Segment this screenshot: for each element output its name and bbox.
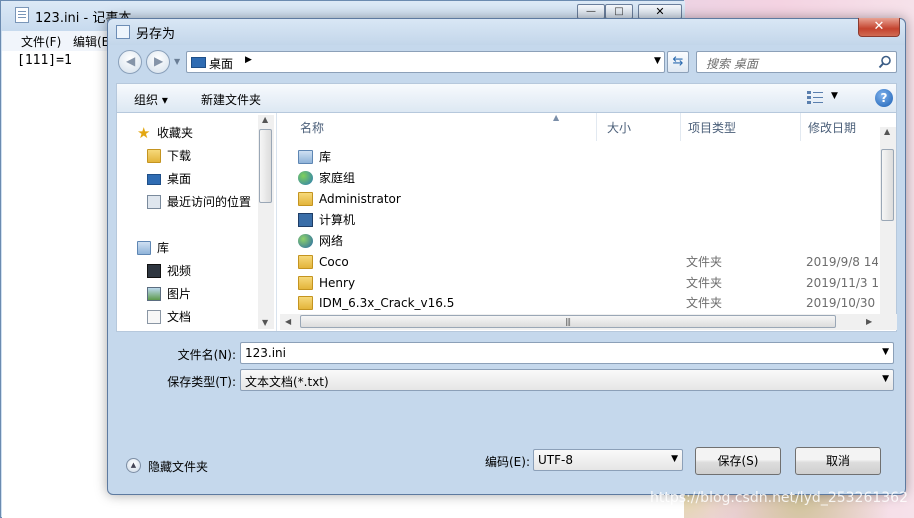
- file-scroll-thumb[interactable]: [881, 149, 894, 221]
- folder-icon: [298, 255, 313, 269]
- file-row-libraries[interactable]: 库: [298, 147, 878, 167]
- user-folder-icon: [298, 192, 313, 206]
- sort-ascending-icon: ▲: [553, 113, 560, 122]
- search-icon[interactable]: [878, 55, 892, 69]
- collapse-chevron-icon: ▲: [126, 458, 141, 473]
- file-row-administrator[interactable]: Administrator: [298, 189, 878, 209]
- refresh-icon: ⇆: [672, 54, 684, 69]
- star-icon: ★: [137, 124, 151, 142]
- folder-icon: [298, 276, 313, 290]
- filetype-label: 保存类型(T):: [167, 375, 236, 389]
- column-modified[interactable]: 修改日期: [808, 119, 856, 136]
- menu-file[interactable]: 文件(F): [21, 33, 61, 50]
- view-options-icon[interactable]: [807, 90, 823, 104]
- filetype-dropdown-icon[interactable]: ▼: [882, 374, 889, 384]
- nav-scroll-thumb[interactable]: [259, 129, 272, 203]
- document-icon: [147, 310, 161, 324]
- scroll-right-icon[interactable]: ▶: [866, 317, 872, 326]
- horizontal-scroll-thumb[interactable]: |||: [300, 315, 836, 328]
- scroll-down-icon[interactable]: ▼: [262, 318, 268, 327]
- computer-icon: [298, 213, 313, 227]
- notepad-dialog-icon: [116, 25, 130, 39]
- forward-arrow-icon: ▶: [154, 54, 164, 68]
- filename-value[interactable]: 123.ini: [245, 346, 286, 360]
- file-row-homegroup[interactable]: 家庭组: [298, 168, 878, 188]
- command-bar: 组织 ▾ 新建文件夹 ▼ ?: [116, 83, 897, 113]
- column-name[interactable]: 名称: [300, 119, 324, 136]
- downloads-folder-icon: [147, 149, 161, 163]
- filename-dropdown-icon[interactable]: ▼: [882, 347, 889, 357]
- search-placeholder: 搜索 桌面: [706, 57, 758, 71]
- navigation-pane: ★ 收藏夹 下载 桌面 最近访问的位置 库 视频 图片 文档 ▲ ▼: [117, 113, 277, 331]
- notepad-close-button[interactable]: ✕: [638, 4, 682, 19]
- file-list-horizontal-scrollbar[interactable]: ◀ ||| ▶: [280, 314, 897, 330]
- file-row-idm[interactable]: IDM_6.3x_Crack_v16.5 文件夹 2019/10/30 7:5: [298, 293, 878, 313]
- watermark: https://blog.csdn.net/lyd_253261362: [650, 490, 908, 506]
- new-folder-button[interactable]: 新建文件夹: [201, 91, 261, 108]
- dialog-close-button[interactable]: ✕: [858, 18, 900, 37]
- encoding-dropdown-icon[interactable]: ▼: [671, 454, 678, 464]
- view-dropdown-icon[interactable]: ▼: [831, 91, 838, 101]
- file-row-coco[interactable]: Coco 文件夹 2019/9/8 14:00: [298, 252, 878, 272]
- column-size[interactable]: 大小: [607, 119, 631, 136]
- file-row-computer[interactable]: 计算机: [298, 210, 878, 230]
- scroll-up-icon[interactable]: ▲: [884, 127, 890, 136]
- library-icon: [298, 150, 313, 164]
- search-input[interactable]: 搜索 桌面: [696, 51, 897, 73]
- column-divider[interactable]: [596, 113, 597, 141]
- homegroup-icon: [298, 171, 313, 185]
- desktop-icon: [191, 57, 206, 68]
- scroll-up-icon[interactable]: ▲: [262, 115, 268, 124]
- video-icon: [147, 264, 161, 278]
- notepad-icon: [15, 7, 29, 23]
- forward-button[interactable]: ▶: [146, 50, 170, 74]
- folder-icon: [298, 296, 313, 310]
- minimize-button[interactable]: —: [577, 4, 605, 19]
- cancel-button[interactable]: 取消: [795, 447, 881, 475]
- recent-pages-dropdown[interactable]: ▼: [174, 57, 180, 66]
- filetype-select[interactable]: 文本文档(*.txt) ▼: [240, 369, 894, 391]
- back-button[interactable]: ◀: [118, 50, 142, 74]
- save-button[interactable]: 保存(S): [695, 447, 781, 475]
- encoding-select[interactable]: UTF-8 ▼: [533, 449, 683, 471]
- breadcrumb-arrow-icon[interactable]: ▶: [245, 55, 252, 65]
- file-row-henry[interactable]: Henry 文件夹 2019/11/3 15:4: [298, 273, 878, 293]
- picture-icon: [147, 287, 161, 301]
- organize-menu[interactable]: 组织 ▾: [134, 91, 168, 108]
- help-icon[interactable]: ?: [875, 89, 893, 107]
- notepad-content: [111]=1: [17, 53, 72, 68]
- filename-label: 文件名(N):: [177, 348, 236, 362]
- filename-field[interactable]: 123.ini ▼: [240, 342, 894, 364]
- encoding-label: 编码(E):: [485, 455, 530, 469]
- file-row-network[interactable]: 网络: [298, 231, 878, 251]
- file-list-vertical-scrollbar[interactable]: ▲: [880, 127, 896, 317]
- dialog-titlebar[interactable]: 另存为 ✕: [108, 18, 905, 45]
- filetype-value: 文本文档(*.txt): [245, 375, 329, 389]
- scroll-left-icon[interactable]: ◀: [285, 317, 291, 326]
- recent-places-icon: [147, 195, 161, 209]
- library-icon: [137, 241, 151, 255]
- file-list: ▲ 名称 大小 项目类型 修改日期 库 家庭组 Administrator 计算…: [280, 113, 897, 331]
- back-arrow-icon: ◀: [126, 54, 136, 68]
- maximize-button[interactable]: □: [605, 4, 633, 19]
- browser-pane: ★ 收藏夹 下载 桌面 最近访问的位置 库 视频 图片 文档 ▲ ▼ ▲ 名称 …: [116, 113, 897, 332]
- refresh-button[interactable]: ⇆: [667, 51, 689, 73]
- save-as-dialog: 另存为 ✕ ◀ ▶ ▼ 桌面 ▶ ▼ ⇆ 搜索 桌面 组织 ▾ 新建文件夹 ▼ …: [107, 18, 906, 495]
- desktop-icon: [147, 174, 161, 185]
- scroll-grip-icon: |||: [565, 317, 571, 326]
- address-location[interactable]: 桌面: [209, 55, 233, 72]
- menu-edit[interactable]: 编辑(E: [73, 33, 109, 50]
- encoding-value: UTF-8: [538, 453, 573, 467]
- network-icon: [298, 234, 313, 248]
- address-dropdown-icon[interactable]: ▼: [654, 56, 661, 66]
- dialog-title: 另存为: [136, 27, 176, 42]
- column-type[interactable]: 项目类型: [688, 119, 736, 136]
- column-divider[interactable]: [680, 113, 681, 141]
- address-bar[interactable]: 桌面 ▶ ▼: [186, 51, 665, 73]
- nav-scrollbar[interactable]: ▲ ▼: [258, 115, 274, 329]
- column-divider[interactable]: [800, 113, 801, 141]
